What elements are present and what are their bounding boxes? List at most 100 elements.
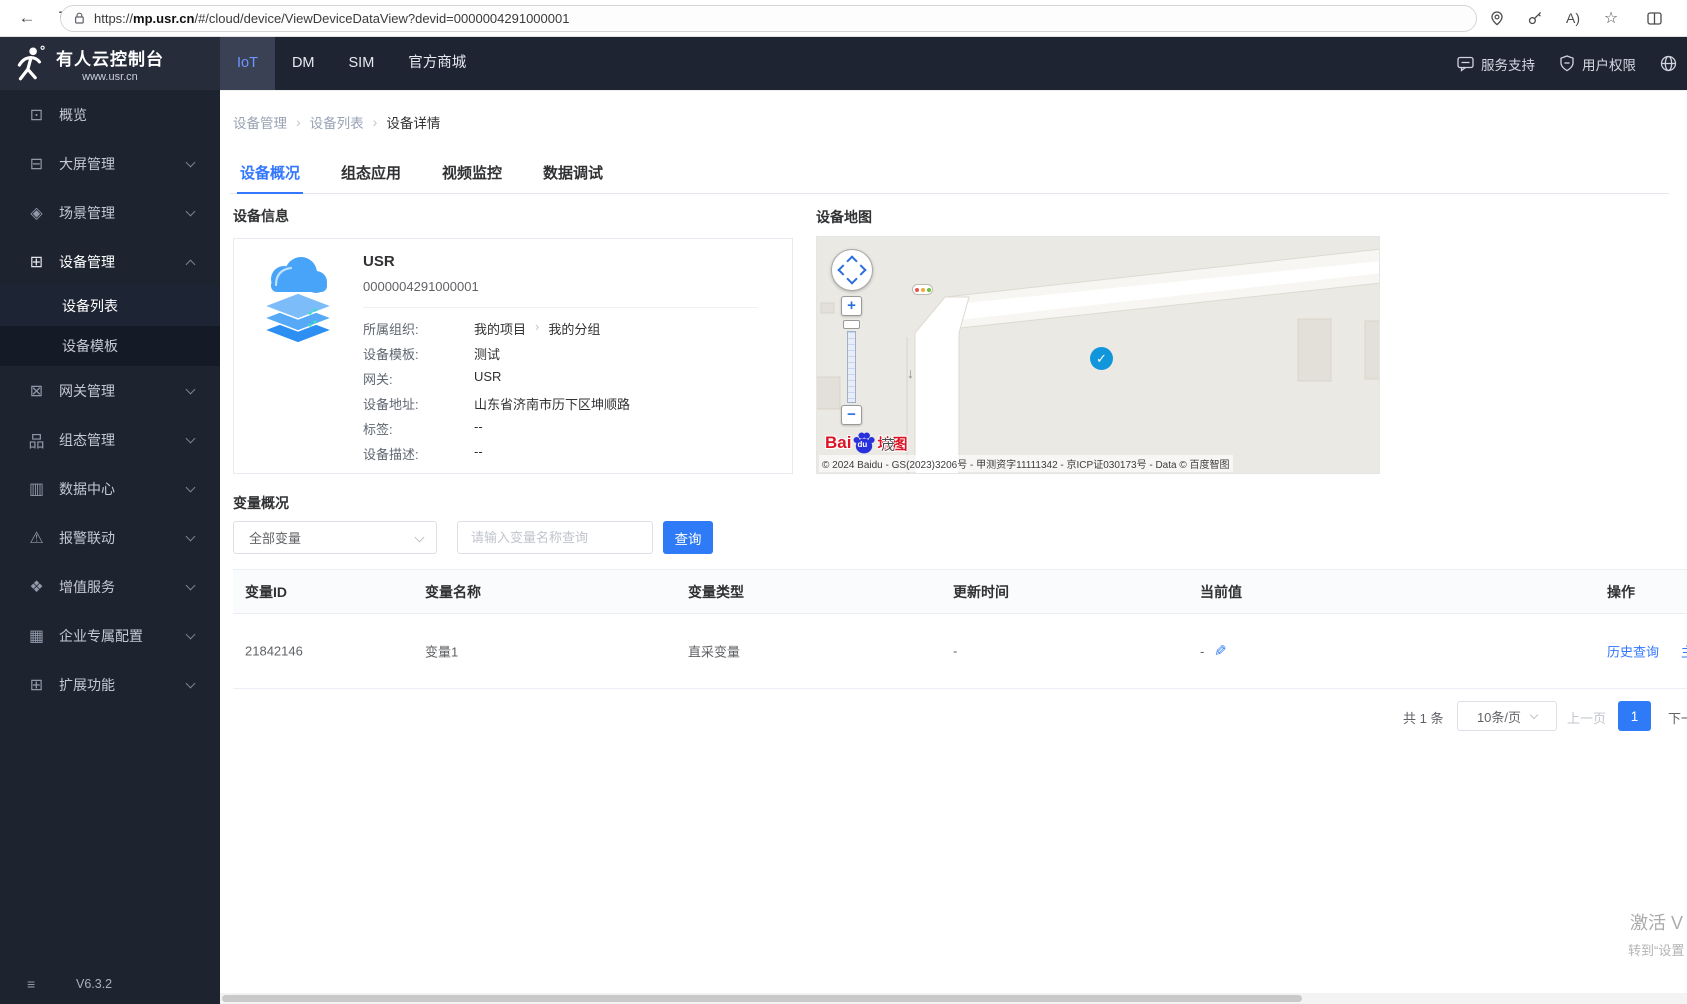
favorites-button[interactable]: ☆ (1596, 0, 1626, 36)
horizontal-scrollbar[interactable] (220, 993, 1687, 1004)
cell-actions: 历史查询 主 (1607, 642, 1687, 661)
field-value: -- (474, 419, 483, 434)
breadcrumb-device-mgmt[interactable]: 设备管理 (233, 112, 287, 132)
breadcrumb-separator-icon: › (296, 114, 301, 130)
device-info-card: USR 0000004291000001 所属组织: 我的项目 › 我的分组 设… (233, 238, 793, 474)
split-screen-button[interactable] (1639, 0, 1669, 36)
breadcrumb-device-list[interactable]: 设备列表 (310, 112, 364, 132)
variables-table: 变量ID 变量名称 变量类型 更新时间 当前值 操作 21842146 变量1 … (233, 569, 1687, 689)
sidebar-item-screen-mgmt[interactable]: ⊟ 大屏管理 (0, 139, 220, 188)
map-zoom-out-button[interactable]: − (841, 405, 862, 425)
map-zoom-track[interactable] (847, 331, 856, 403)
sidebar-item-overview[interactable]: ⊡ 概览 (0, 90, 220, 139)
next-page-button[interactable]: 下一页 (1668, 708, 1687, 727)
building-icon: ▦ (28, 627, 45, 645)
permissions-button[interactable]: 用户权限 (1559, 54, 1636, 74)
sidebar: ⊡ 概览 ⊟ 大屏管理 ◈ 场景管理 ⊞ 设备管理 设备列表 设备模板 ⊠ 网关… (0, 90, 220, 1004)
chevron-down-icon (1529, 710, 1539, 719)
read-aloud-button[interactable]: A) (1558, 0, 1588, 36)
variable-search-input[interactable] (457, 521, 653, 554)
browser-toolbar: ← ↻ https://mp.usr.cn/#/cloud/device/Vie… (0, 0, 1687, 37)
bar-chart-icon: ▥ (28, 480, 45, 498)
scada-icon: 品 (28, 433, 45, 451)
tab-data-debug[interactable]: 数据调试 (540, 153, 606, 194)
nav-tab-iot[interactable]: IoT (220, 37, 275, 90)
baidu-maps-logo[interactable]: Bai du 地图 (825, 431, 907, 455)
sidebar-item-enterprise-config[interactable]: ▦ 企业专属配置 (0, 611, 220, 660)
chevron-down-icon (185, 580, 196, 591)
device-map[interactable]: + − ↓ ✓ Bai du 地图 茂 © 2024 Baidu - GS(20… (816, 236, 1380, 474)
col-variable-id: 变量ID (245, 583, 287, 600)
history-query-link[interactable]: 历史查询 (1607, 645, 1659, 660)
field-label: 所属组织: (363, 322, 419, 337)
support-button[interactable]: 服务支持 (1457, 54, 1535, 74)
sidebar-item-gateway-mgmt[interactable]: ⊠ 网关管理 (0, 366, 220, 415)
one-way-arrow-icon: ↓ (907, 365, 914, 381)
location-pin-icon (1491, 10, 1503, 25)
breadcrumb: 设备管理 › 设备列表 › 设备详情 (233, 112, 440, 132)
grid-icon: ⊞ (29, 676, 44, 694)
sidebar-item-device-template[interactable]: 设备模板 (0, 326, 220, 366)
sidebar-item-device-mgmt[interactable]: ⊞ 设备管理 (0, 237, 220, 286)
nav-tab-dm[interactable]: DM (275, 37, 332, 90)
variable-type-select[interactable]: 全部变量 (233, 521, 437, 554)
version-label: V6.3.2 (76, 977, 113, 991)
language-button[interactable] (1660, 55, 1677, 72)
pan-down-icon[interactable] (846, 273, 858, 285)
sidebar-item-scene-mgmt[interactable]: ◈ 场景管理 (0, 188, 220, 237)
sidebar-item-value-added-services[interactable]: ❖ 增值服务 (0, 562, 220, 611)
scene-cube-icon: ◈ (30, 204, 43, 222)
shield-icon (1560, 55, 1574, 72)
pan-right-icon[interactable] (855, 264, 867, 276)
divider (363, 307, 758, 308)
overview-icon: ⊡ (29, 106, 44, 124)
logo-text: 有人云控制台 www.usr.cn (56, 45, 164, 83)
address-bar[interactable]: https://mp.usr.cn/#/cloud/device/ViewDev… (60, 5, 1477, 32)
pan-up-icon[interactable] (846, 255, 858, 267)
sidebar-item-data-center[interactable]: ▥ 数据中心 (0, 464, 220, 513)
tab-video-monitor[interactable]: 视频监控 (439, 153, 505, 194)
scrollbar-thumb[interactable] (222, 995, 1302, 1002)
map-pan-control[interactable] (831, 249, 873, 291)
nav-tab-sim[interactable]: SIM (332, 37, 392, 90)
chevron-down-icon (185, 384, 196, 395)
chevron-down-icon (185, 157, 196, 168)
tab-scada-app[interactable]: 组态应用 (338, 153, 404, 194)
pan-left-icon[interactable] (837, 264, 849, 276)
browser-back-button[interactable]: ← (12, 0, 42, 36)
logo-subtitle: www.usr.cn (82, 70, 138, 83)
field-gateway: 网关: USR (363, 369, 501, 388)
password-button[interactable] (1520, 0, 1550, 36)
col-current-value: 当前值 (1200, 583, 1242, 600)
field-tag: 标签: -- (363, 419, 483, 438)
sidebar-item-label: 大屏管理 (59, 155, 115, 172)
edit-icon[interactable]: ✎ (1214, 642, 1227, 660)
sidebar-item-label: 企业专属配置 (59, 627, 143, 644)
sidebar-item-label: 设备列表 (62, 298, 118, 314)
query-button[interactable]: 查询 (663, 521, 713, 554)
nav-tab-mall[interactable]: 官方商城 (391, 37, 483, 90)
sidebar-item-alarm-linkage[interactable]: ⚠ 报警联动 (0, 513, 220, 562)
location-button[interactable] (1482, 0, 1512, 36)
map-zoom-in-button[interactable]: + (841, 296, 862, 316)
logo-title: 有人云控制台 (56, 49, 164, 69)
sidebar-item-label: 概览 (59, 106, 87, 123)
sidebar-item-extensions[interactable]: ⊞ 扩展功能 (0, 660, 220, 709)
cell-variable-name: 变量1 (425, 644, 459, 660)
sidebar-item-label: 组态管理 (59, 431, 115, 448)
table-header-row: 变量ID 变量名称 变量类型 更新时间 当前值 操作 (233, 569, 1687, 614)
sidebar-item-device-list[interactable]: 设备列表 (0, 286, 220, 326)
tab-device-overview[interactable]: 设备概况 (237, 153, 304, 194)
device-location-marker[interactable]: ✓ (1090, 347, 1113, 370)
prev-page-button[interactable]: 上一页 (1567, 708, 1606, 727)
map-zoom-slider[interactable] (843, 320, 860, 329)
sidebar-item-label: 增值服务 (59, 578, 115, 595)
page-size-select[interactable]: 10条/页 (1457, 701, 1557, 731)
app-logo[interactable]: 有人云控制台 www.usr.cn (0, 37, 220, 90)
header-right: 服务支持 用户权限 (1457, 37, 1677, 90)
big-screen-icon: ⊟ (29, 155, 44, 173)
sidebar-item-scada-mgmt[interactable]: 品 组态管理 (0, 415, 220, 464)
secondary-action-link[interactable]: 主 (1681, 645, 1687, 660)
page-1-button[interactable]: 1 (1618, 701, 1651, 731)
app-header: 有人云控制台 www.usr.cn IoT DM SIM 官方商城 服务支持 用… (0, 37, 1687, 90)
